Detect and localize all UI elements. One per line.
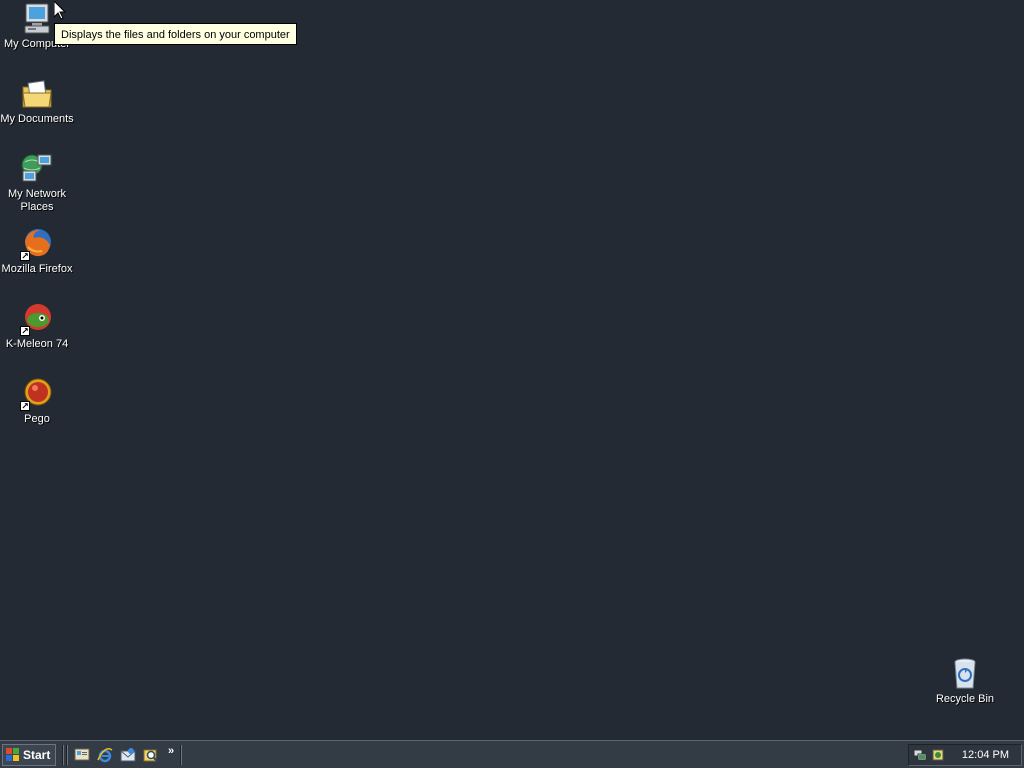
clock[interactable]: 12:04 PM (962, 745, 1009, 765)
desktop-icon-mozilla-firefox[interactable]: ↗ Mozilla Firefox (0, 227, 74, 276)
desktop-icon-k-meleon[interactable]: ↗ K-Meleon 74 (0, 302, 74, 351)
windows-flag-icon (6, 748, 19, 761)
desktop-icon-label: Recycle Bin (935, 693, 995, 705)
start-label: Start (23, 748, 51, 762)
mouse-cursor-icon (54, 1, 66, 20)
shortcut-arrow-icon: ↗ (20, 326, 30, 336)
firefox-icon: ↗ (20, 227, 54, 261)
k-meleon-icon: ↗ (20, 302, 54, 336)
show-desktop-icon[interactable] (74, 747, 90, 763)
desktop-icon-label: Mozilla Firefox (1, 263, 73, 275)
network-tray-icon[interactable] (913, 748, 927, 762)
taskbar-separator (180, 745, 182, 765)
safely-remove-tray-icon[interactable] (931, 748, 945, 762)
internet-explorer-icon[interactable] (97, 747, 113, 763)
my-computer-icon (20, 2, 54, 36)
desktop-icon-label: Pego (24, 413, 50, 425)
quick-launch-chevron-button[interactable]: » (168, 745, 174, 757)
my-documents-icon (20, 77, 54, 111)
taskbar-separator (62, 745, 64, 765)
start-button[interactable]: Start (2, 744, 56, 766)
taskbar: Start » 12:04 PM (0, 740, 1024, 768)
desktop-icon-label: K-Meleon 74 (5, 338, 69, 350)
taskbar-separator (66, 745, 68, 765)
shortcut-arrow-icon: ↗ (20, 401, 30, 411)
outlook-express-icon[interactable] (120, 747, 136, 763)
search-icon[interactable] (143, 747, 159, 763)
system-tray: 12:04 PM (908, 744, 1022, 766)
network-places-icon (20, 152, 54, 186)
desktop-icon-my-documents[interactable]: My Documents (0, 77, 74, 126)
desktop-icon-my-network-places[interactable]: My Network Places (0, 152, 74, 214)
recycle-bin-icon (948, 657, 982, 691)
desktop-icon-recycle-bin[interactable]: Recycle Bin (928, 657, 1002, 706)
desktop-icon-label: My Network Places (7, 188, 67, 213)
tooltip: Displays the files and folders on your c… (54, 23, 297, 45)
desktop-icon-label: My Documents (0, 113, 74, 125)
pego-icon: ↗ (20, 377, 54, 411)
desktop[interactable]: My Computer My Documents My Network Plac… (0, 0, 1024, 740)
desktop-icon-pego[interactable]: ↗ Pego (0, 377, 74, 426)
shortcut-arrow-icon: ↗ (20, 251, 30, 261)
